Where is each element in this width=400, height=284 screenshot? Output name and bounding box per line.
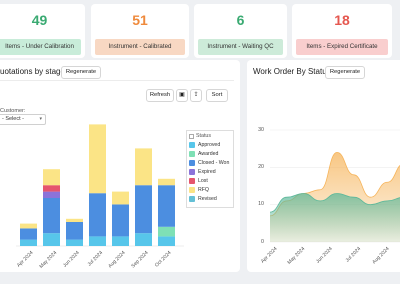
- y-tick-label: 10: [258, 201, 264, 208]
- y-tick-label: 0: [261, 238, 264, 245]
- work-order-area-chart: [269, 129, 400, 243]
- y-tick-label: 20: [258, 163, 264, 170]
- y-tick-label: 30: [258, 126, 264, 133]
